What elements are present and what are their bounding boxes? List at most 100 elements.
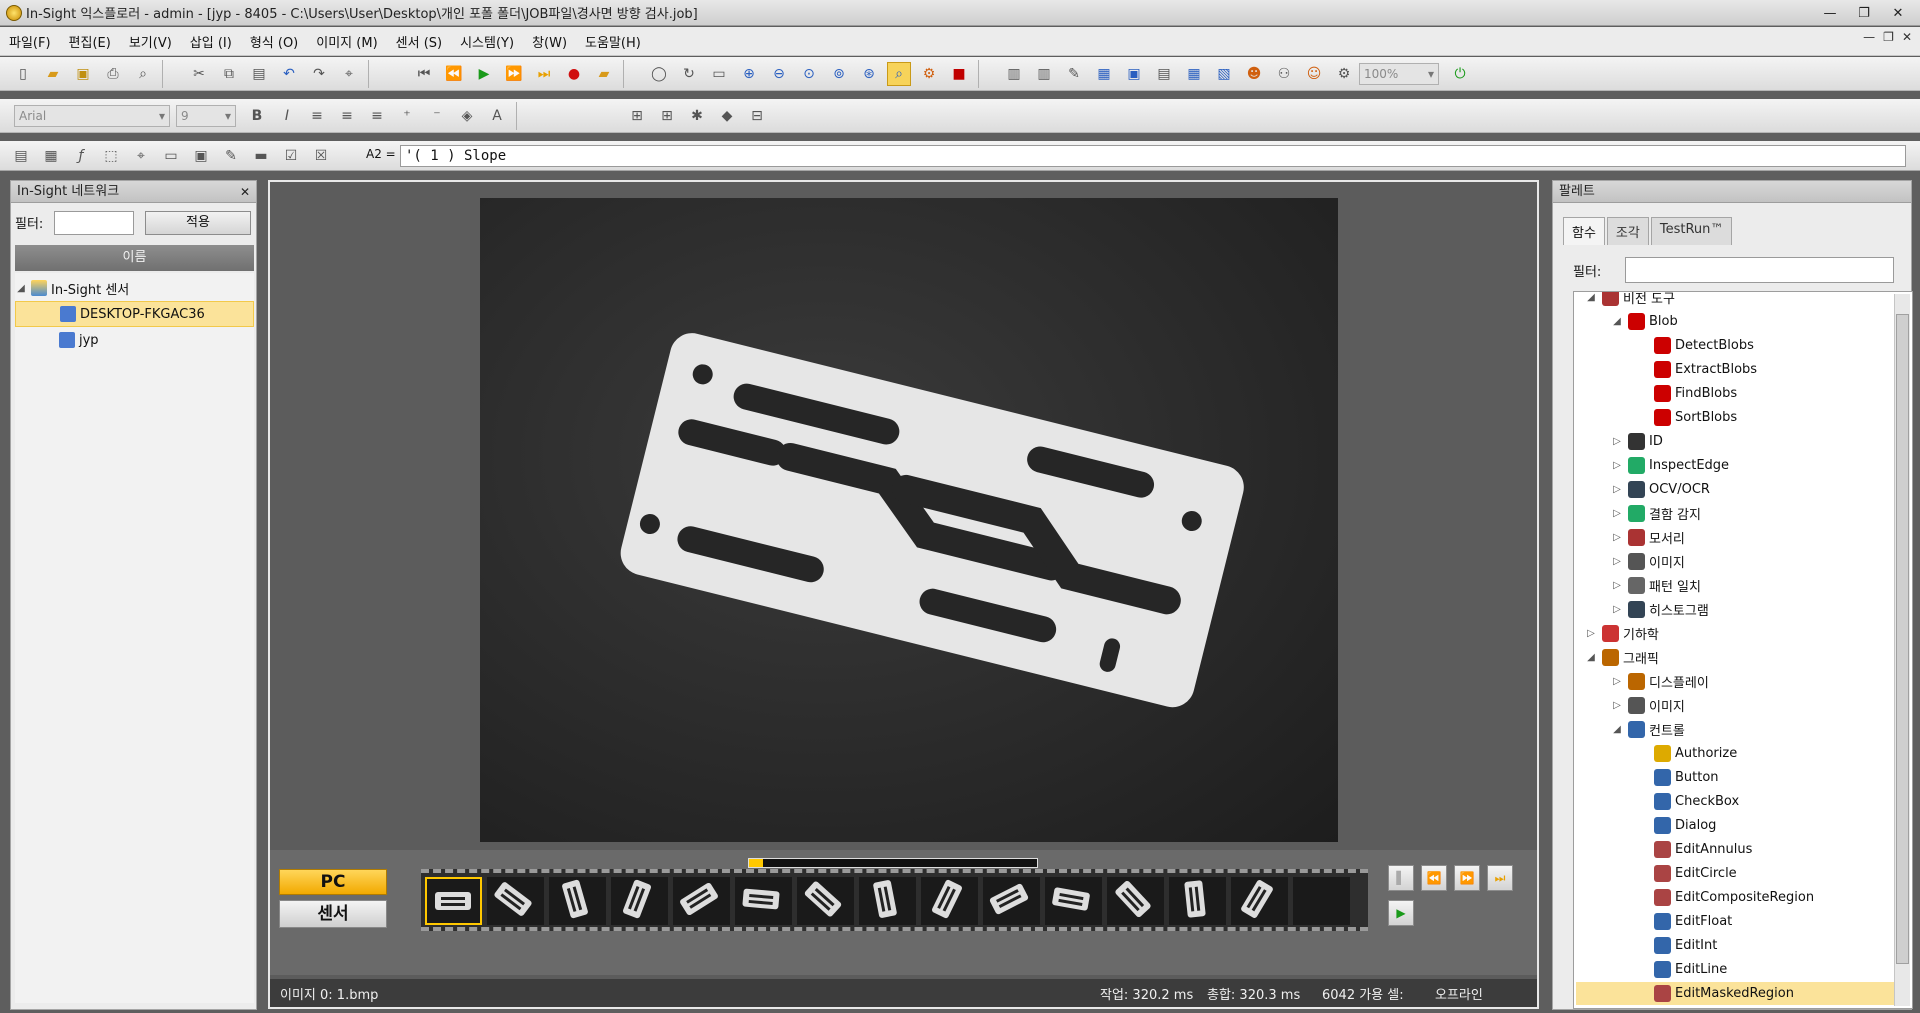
filmstrip-thumbnail[interactable]	[1107, 877, 1164, 925]
formula-input[interactable]: '( 1 ) Slope	[400, 145, 1906, 167]
menu-item-0[interactable]: 파일(F)	[0, 32, 60, 51]
collapsed-arrow-icon[interactable]: ▷	[1610, 484, 1624, 495]
mdi-restore-icon[interactable]: ❐	[1883, 30, 1894, 44]
tab-functions[interactable]: 함수	[1563, 217, 1605, 245]
pc-mode-button[interactable]: PC	[279, 869, 387, 895]
filmstrip-thumbnail[interactable]	[859, 877, 916, 925]
live-icon[interactable]: ↻	[677, 62, 701, 86]
tree-item-jyp[interactable]: jyp	[15, 327, 254, 353]
select-icon[interactable]: ⬚	[99, 144, 123, 168]
font-size-select[interactable]: 9	[176, 105, 236, 127]
palette-item[interactable]: ▷ 이미지	[1610, 550, 1685, 573]
zoom-in-icon[interactable]: ⊕	[737, 62, 761, 86]
menu-item-4[interactable]: 형식 (O)	[241, 32, 307, 51]
palette-item[interactable]: ▷ 패턴 일치	[1610, 574, 1701, 597]
zoom-fill-icon[interactable]: ⊚	[827, 62, 851, 86]
graphic5-icon[interactable]: ⊟	[745, 104, 769, 128]
settings-icon[interactable]: ⚙	[1332, 62, 1356, 86]
apply-button[interactable]: 적용	[145, 211, 251, 235]
italic-icon[interactable]: I	[275, 104, 299, 128]
filmstrip-empty-slot[interactable]	[1293, 877, 1350, 925]
tree-root-sensors[interactable]: ◢ In-Sight 센서	[15, 275, 254, 301]
menu-item-6[interactable]: 센서 (S)	[387, 32, 451, 51]
online-icon[interactable]: ⏻	[1448, 62, 1472, 86]
palette-item[interactable]: DetectBlobs	[1636, 334, 1754, 357]
sensor-user-icon[interactable]: ☺	[1302, 62, 1326, 86]
window-icon[interactable]: ▣	[1122, 62, 1146, 86]
filmstrip-thumbnail[interactable]	[921, 877, 978, 925]
align-right-icon[interactable]: ≡	[365, 104, 389, 128]
scroll-thumb[interactable]	[1896, 314, 1909, 964]
cell-tool2-icon[interactable]: ▦	[39, 144, 63, 168]
collapsed-arrow-icon[interactable]: ▷	[1610, 604, 1624, 615]
palette-filter-input[interactable]	[1625, 257, 1894, 283]
edit-cell-icon[interactable]: ✎	[1062, 62, 1086, 86]
filmstrip-thumbnail[interactable]	[611, 877, 668, 925]
collapsed-arrow-icon[interactable]: ▷	[1610, 460, 1624, 471]
cell-tool3-icon[interactable]: ▣	[189, 144, 213, 168]
filmstrip-thumbnail[interactable]	[735, 877, 792, 925]
users-icon[interactable]: ☻	[1242, 62, 1266, 86]
tree-item-desktop[interactable]: DESKTOP-FKGAC36	[15, 301, 254, 327]
open-icon[interactable]: ▰	[41, 62, 65, 86]
font-color-icon[interactable]: A	[485, 104, 509, 128]
region-tool-icon[interactable]: ▭	[159, 144, 183, 168]
restore-button[interactable]: ❐	[1850, 3, 1878, 23]
network-filter-input[interactable]	[54, 211, 134, 235]
filmstrip-thumbnail[interactable]	[425, 877, 482, 925]
terminal-icon[interactable]: ▤	[1152, 62, 1176, 86]
graphic1-icon[interactable]: ⊞	[625, 104, 649, 128]
palette-item[interactable]: EditMaskedRegion	[1576, 982, 1894, 1005]
palette-item[interactable]: ◢ Blob	[1610, 310, 1678, 333]
palette-item[interactable]: ▷ OCV/OCR	[1610, 478, 1710, 501]
zoom-out-icon[interactable]: ⊖	[767, 62, 791, 86]
tab-testrun[interactable]: TestRun™	[1650, 217, 1733, 245]
print-icon[interactable]: ⎙	[101, 62, 125, 86]
mdi-close-icon[interactable]: ✕	[1902, 30, 1912, 44]
collapsed-arrow-icon[interactable]: ▷	[1610, 700, 1624, 711]
folder-icon[interactable]: ▰	[592, 62, 616, 86]
decimal-increase-icon[interactable]: ⁺	[395, 104, 419, 128]
palette-item[interactable]: EditAnnulus	[1636, 838, 1752, 861]
palette-item[interactable]: EditFloat	[1636, 910, 1732, 933]
expanded-arrow-icon[interactable]: ◢	[1610, 316, 1624, 327]
zoom-100-icon[interactable]: ⊛	[857, 62, 881, 86]
filmstrip-play-icon[interactable]: ▶	[1388, 900, 1414, 926]
filmstrip-rewind-icon[interactable]: ⏪	[1421, 865, 1447, 891]
filmstrip-thumbnail[interactable]	[1045, 877, 1102, 925]
menu-item-8[interactable]: 창(W)	[523, 32, 576, 51]
bold-icon[interactable]: B	[245, 104, 269, 128]
palette-item[interactable]: EditCompositeRegion	[1636, 886, 1814, 909]
palette-item[interactable]: SortBlobs	[1636, 406, 1737, 429]
expanded-arrow-icon[interactable]: ◢	[1584, 652, 1598, 663]
menu-item-2[interactable]: 보기(V)	[120, 32, 181, 51]
menu-item-1[interactable]: 편집(E)	[60, 32, 120, 51]
filmstrip-thumbnail[interactable]	[549, 877, 606, 925]
close-panel-icon[interactable]: ✕	[240, 181, 250, 203]
redo-icon[interactable]: ↷	[307, 62, 331, 86]
menu-item-3[interactable]: 삽입 (I)	[181, 32, 241, 51]
font-select[interactable]: Arial	[14, 105, 170, 127]
palette-scrollbar[interactable]	[1894, 294, 1910, 1006]
cell-tool4-icon[interactable]: ✎	[219, 144, 243, 168]
cell-tool5-icon[interactable]: ▬	[249, 144, 273, 168]
crosshair-icon[interactable]: ⌖	[129, 144, 153, 168]
close-button[interactable]: ✕	[1884, 3, 1912, 23]
expanded-arrow-icon[interactable]: ◢	[1610, 724, 1624, 735]
save-icon[interactable]: ▣	[71, 62, 95, 86]
palette-item[interactable]: ▷ 결함 감지	[1610, 502, 1701, 525]
camera-icon[interactable]: ▭	[707, 62, 731, 86]
rewind-icon[interactable]: ⏪	[442, 62, 466, 86]
check-icon[interactable]: ☑	[279, 144, 303, 168]
trigger-icon[interactable]: ◯	[647, 62, 671, 86]
palette-item[interactable]: ▷ 모서리	[1610, 526, 1685, 549]
filmstrip-thumbnail[interactable]	[1231, 877, 1288, 925]
decimal-decrease-icon[interactable]: ⁻	[425, 104, 449, 128]
cancel-icon[interactable]: ☒	[309, 144, 333, 168]
filmstrip-last-icon[interactable]: ⏭	[1487, 865, 1513, 891]
fast-forward-icon[interactable]: ⏩	[502, 62, 526, 86]
network-icon[interactable]: ⚇	[1272, 62, 1296, 86]
palette-item[interactable]: EditInt	[1636, 934, 1717, 957]
fill-color-icon[interactable]: ◈	[455, 104, 479, 128]
sensor-mode-button[interactable]: 센서	[279, 900, 387, 928]
